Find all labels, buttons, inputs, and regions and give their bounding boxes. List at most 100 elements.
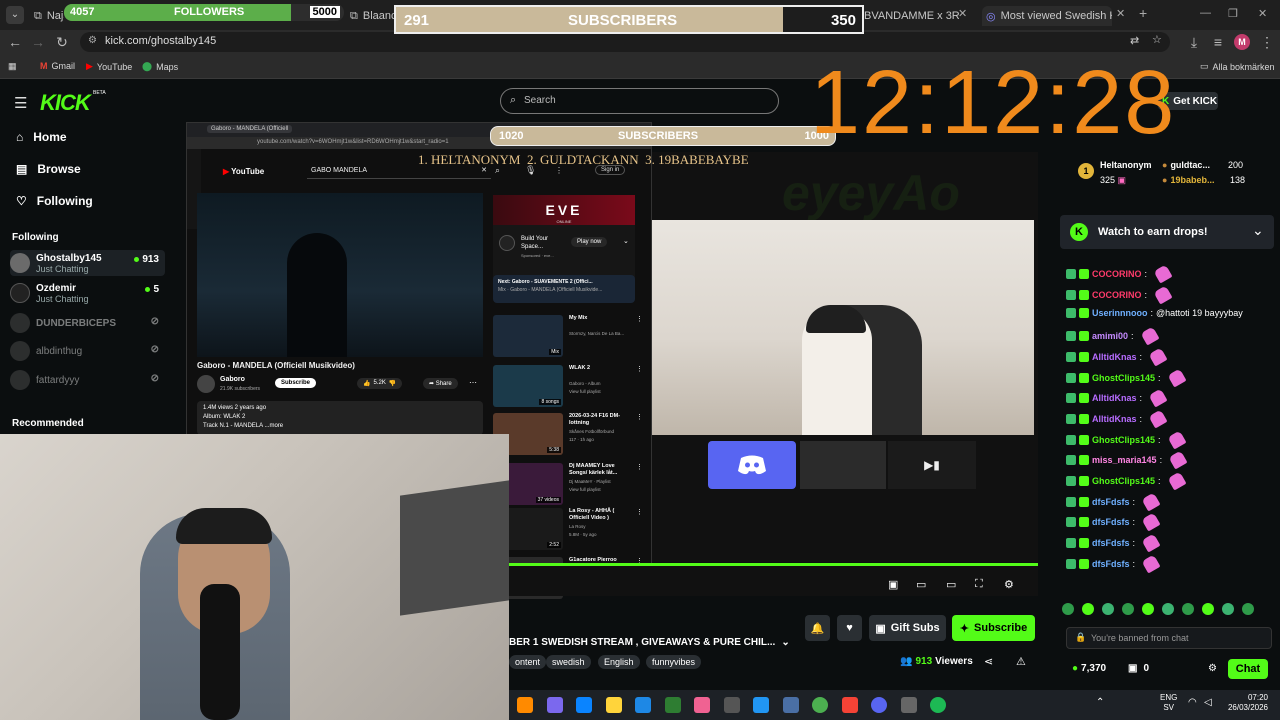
teams-icon[interactable] [546,697,563,713]
kick-logo[interactable]: KICK [40,90,91,116]
forward-icon[interactable]: → [29,33,47,51]
taskbar-clock[interactable]: 07:20 26/03/2026 [1222,693,1268,713]
chat-username[interactable]: miss_maria145 [1092,455,1157,465]
chat-username[interactable]: GhostClips145 [1092,435,1155,445]
app-icon[interactable] [841,697,858,713]
emote-picker-icon[interactable] [1122,603,1134,615]
url-input[interactable]: ⚙ kick.com/ghostalby145 ⇄ ☆ [80,32,1170,52]
stream-tag[interactable]: funnyvibes [646,655,702,669]
chat-username[interactable]: dfsFdsfs [1092,517,1130,527]
theater-icon[interactable]: ▭ [946,578,956,591]
minimize-icon[interactable]: — [1200,7,1211,19]
chat-send-button[interactable]: Chat [1228,659,1268,679]
all-bookmarks[interactable]: ▭ Alla bokmärken [1200,61,1275,72]
playlist-more-icon[interactable]: ⋮ [636,463,643,471]
report-icon[interactable]: ⚠ [1016,655,1026,668]
nav-browse[interactable]: ▤ Browse [16,162,81,176]
spotify-icon[interactable] [930,697,946,713]
discord-icon[interactable] [871,697,887,713]
bookmark-youtube[interactable]: ▶ YouTube [86,61,132,72]
chat-username[interactable]: GhostClips145 [1092,373,1155,383]
site-info-icon[interactable]: ⚙ [88,35,97,46]
following-item[interactable]: Ozdemir Just Chatting 5 [10,280,165,306]
playlist-more-icon[interactable]: ⋮ [636,365,643,373]
bookmark-gmail[interactable]: M Gmail [40,61,75,71]
explorer-icon[interactable] [605,697,622,713]
outlook-icon[interactable] [635,697,651,713]
gift-subs-button[interactable]: ▣ Gift Subs [869,615,946,641]
nav-home[interactable]: ⌂ Home [16,130,67,144]
bookmark-maps[interactable]: ⬤ Maps [142,61,178,72]
chat-username[interactable]: AlltidKnas [1092,393,1137,403]
playlist-item[interactable]: 8 songs WLAK 2 Gaboro - Album View full pla… [493,365,643,411]
yt-subscribe-button[interactable]: Subscribe [275,378,317,388]
app-icon[interactable] [694,697,710,713]
chat-username[interactable]: dfsFdsfs [1092,497,1130,507]
chevron-down-icon[interactable]: ⌄ [1252,222,1264,239]
chat-username[interactable]: dfsFdsfs [1092,559,1130,569]
tab-1[interactable]: ⧉ Naja [34,6,64,26]
playlist-more-icon[interactable]: ⋮ [636,315,643,323]
emote-picker-icon[interactable] [1222,603,1234,615]
stream-tag[interactable]: swedish [546,655,591,669]
yt-channel-name[interactable]: Gaboro [220,376,245,383]
tab-search-button[interactable]: ⌄ [6,6,24,24]
yt-share-button[interactable]: ➦ Share [423,378,458,389]
player-icon-2[interactable]: ▭ [916,578,926,591]
tray-chevron-icon[interactable]: ⌃ [1096,697,1104,708]
subscribe-button[interactable]: ✦ Subscribe [952,615,1035,641]
tab-active[interactable]: ◎ Most viewed Swedish Kick Stre [982,6,1112,26]
emote-picker-icon[interactable] [1182,603,1194,615]
bookmark-star-icon[interactable]: ☆ [1152,33,1162,46]
playlist-item[interactable]: 5:38 2026-03-24 F16 DM-lottning Skånes Fot… [493,413,643,459]
yt-next-up[interactable]: Next: Gaboro - SUAVEMENTE 2 (Offici... M… [493,275,635,303]
profile-avatar[interactable]: M [1234,34,1250,50]
chat-settings-icon[interactable]: ⚙ [1208,663,1217,674]
chat-username[interactable]: dfsFdsfs [1092,538,1130,548]
volume-icon[interactable]: ◁ [1204,697,1212,708]
following-item[interactable]: Ghostalby145 Just Chatting 913 [10,250,165,276]
chat-username[interactable]: amimi00 [1092,331,1128,341]
translate-icon[interactable]: ⇄ [1130,34,1139,47]
playlist-item[interactable]: 2:52 La Rosy - AHHÄ ( Officiell Video ) La… [493,508,643,554]
chat-username[interactable]: Userinnnooo [1092,308,1148,318]
following-item[interactable]: fattardyyy ⊘ [10,367,165,393]
vpn-icon[interactable] [664,697,681,713]
playlist-more-icon[interactable]: ⋮ [636,508,643,516]
notifications-button[interactable]: 🔔 [805,615,830,641]
nav-following[interactable]: ♡ Following [16,194,93,208]
emote-picker-icon[interactable] [1142,603,1154,615]
tab-close-icon[interactable]: ✕ [958,7,967,20]
close-window-icon[interactable]: ✕ [1258,7,1267,20]
chevron-down-icon[interactable]: ⌄ [781,637,789,648]
tab-close-icon[interactable]: ✕ [1116,7,1125,20]
follow-button[interactable]: ♥ [837,615,862,641]
emote-picker-icon[interactable] [1082,603,1094,615]
yt-like-button[interactable]: 👍 5.2K 👎 [357,378,403,389]
back-icon[interactable]: ← [6,33,24,51]
download-icon[interactable]: ⤓ [1185,33,1203,51]
settings-gear-icon[interactable]: ⚙ [1004,578,1014,591]
stream-tag[interactable]: ontent [509,655,547,669]
top-gifter-name[interactable]: Heltanonym [1100,160,1152,170]
emote-picker-icon[interactable] [1062,603,1074,615]
app-icon[interactable] [782,697,799,713]
yt-channel-avatar[interactable] [197,375,215,393]
emote-picker-icon[interactable] [1242,603,1254,615]
chat-username[interactable]: AlltidKnas [1092,352,1137,362]
emote-picker-icon[interactable] [1162,603,1174,615]
media-control-icon[interactable]: ≡ [1209,33,1227,51]
gifter-2[interactable]: ● guldtac... [1162,160,1210,170]
ad-play-button[interactable]: Play now [571,237,608,247]
share-icon[interactable]: ⋖ [984,655,993,668]
chrome-icon[interactable] [812,697,828,713]
photos-icon[interactable] [753,697,769,713]
chat-username[interactable]: COCORINO [1092,269,1142,279]
yt-more-actions-icon[interactable]: ⋯ [469,378,477,387]
emote-picker-icon[interactable] [1202,603,1214,615]
reload-icon[interactable]: ↻ [53,33,71,51]
apps-icon[interactable]: ▦ [8,61,17,72]
yt-video-player[interactable] [197,193,483,357]
gifter-3[interactable]: ● 19babeb... [1162,175,1214,185]
chevron-down-icon[interactable]: ⌄ [623,237,629,245]
